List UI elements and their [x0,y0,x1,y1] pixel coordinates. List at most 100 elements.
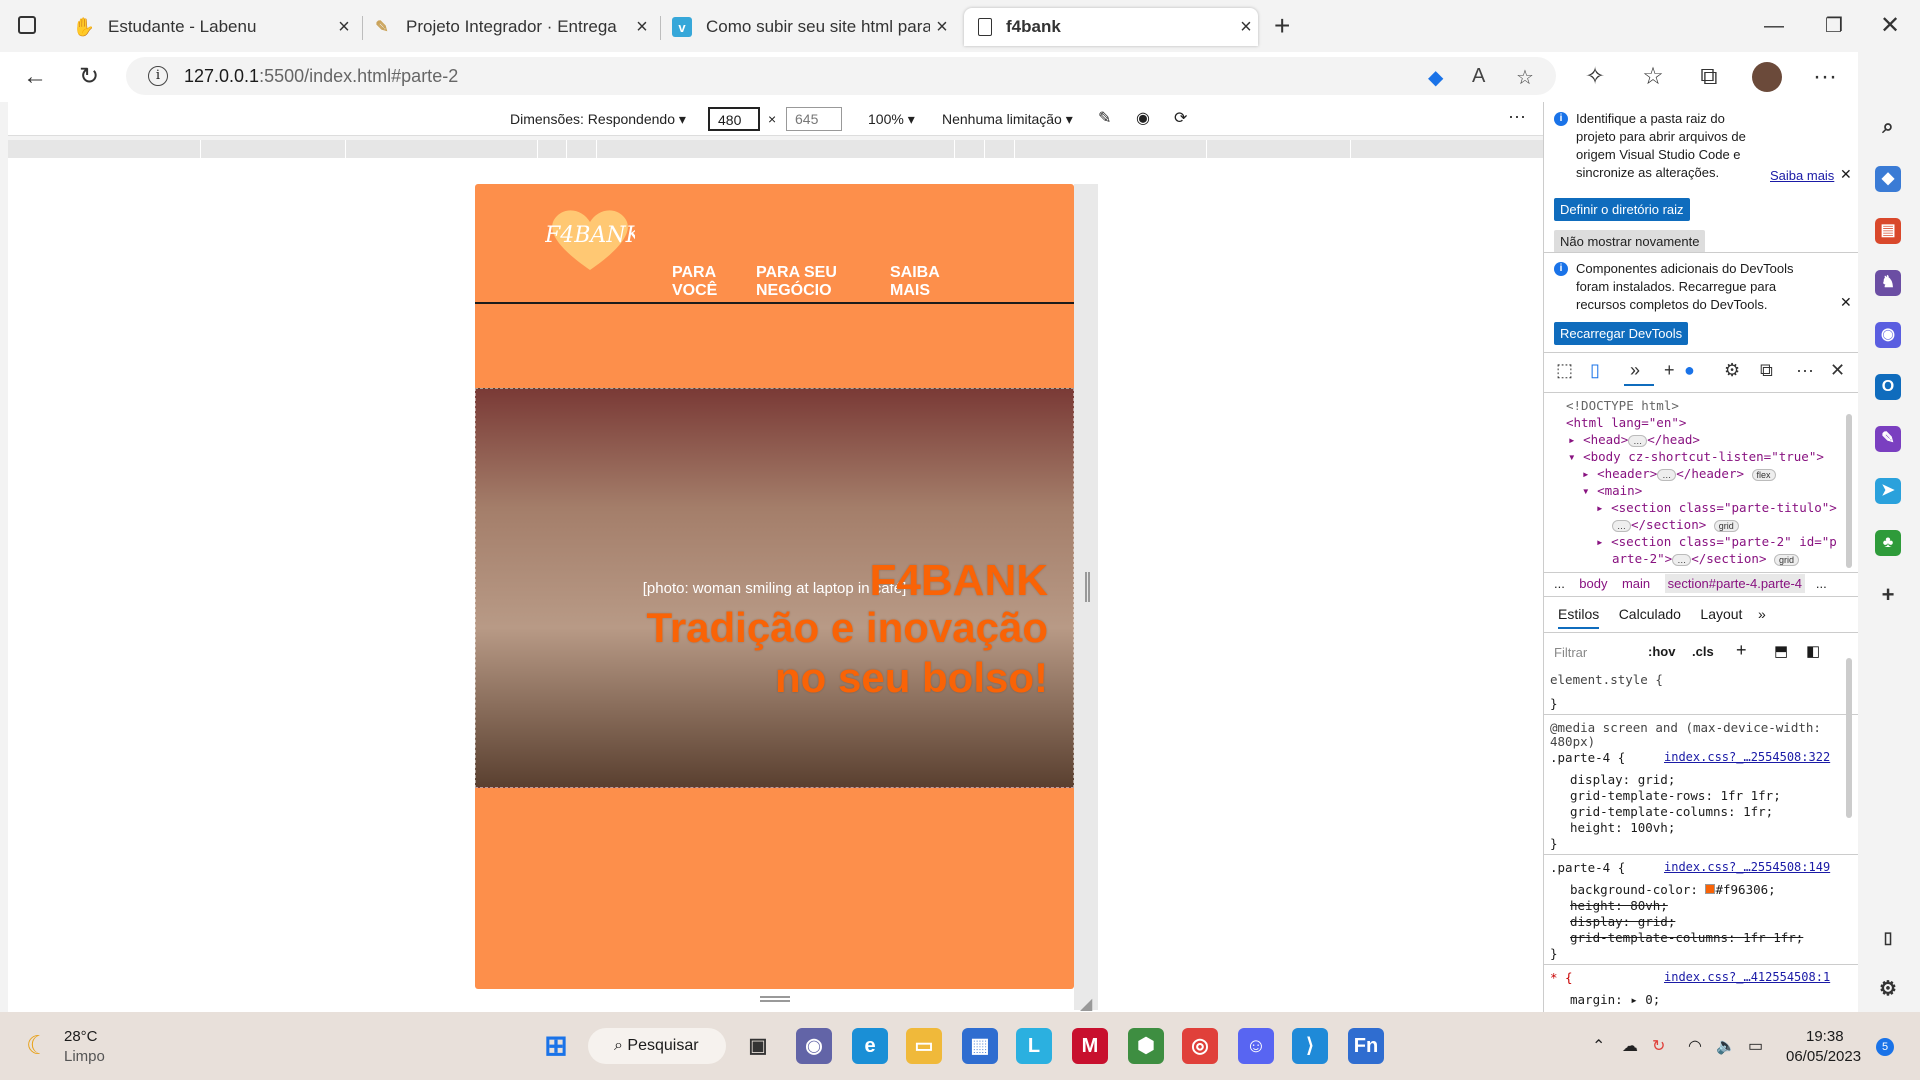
dom-header[interactable]: ▸ <header>… </header> flex [1582,466,1776,481]
shopping-tag-icon[interactable]: ◆ [1428,65,1443,90]
rule3-prop[interactable]: margin: ▸ 0; [1570,992,1660,1007]
chrome-icon[interactable]: ◎ [1182,1028,1218,1064]
wifi-icon[interactable]: ◠ [1688,1036,1702,1056]
sidebar-settings-icon[interactable]: ⚙ [1875,976,1901,1002]
cls-toggle[interactable]: .cls [1692,644,1714,659]
reload-devtools-button[interactable]: Recarregar DevTools [1554,322,1689,345]
file-explorer-icon[interactable]: ▭ [906,1028,942,1064]
f4bank-logo[interactable]: F4BANK [544,206,644,272]
hide-sidebar-icon[interactable]: ▯ [1875,926,1901,952]
rule2-prop-overridden[interactable]: display: grid; [1570,914,1675,929]
notification-badge[interactable]: 5 [1876,1038,1894,1056]
collections-icon[interactable]: ⧉ [1692,61,1726,95]
dom-section-titulo[interactable]: ▸ <section class="parte-titulo"> [1596,500,1837,515]
height-input[interactable]: 645 [786,107,842,131]
width-input[interactable]: 480 [708,107,760,131]
tab-labenu[interactable]: ✋ Estudante - Labenu × [66,8,356,46]
inspect-icon[interactable]: ⬚ [1556,360,1573,381]
dont-show-again-button[interactable]: Não mostrar novamente [1554,230,1706,253]
maximize-icon[interactable]: ❐ [1806,8,1862,44]
rule2-selector[interactable]: .parte-4 { [1550,860,1625,875]
minimize-icon[interactable]: — [1746,8,1802,44]
favorite-add-icon[interactable]: ☆ [1516,65,1534,90]
rule3-source-link[interactable]: index.css?_…412554508:1 [1664,970,1830,984]
volume-icon[interactable]: 🔈 [1716,1036,1736,1056]
favorites-icon[interactable]: ☆ [1636,61,1670,95]
mcafee-icon[interactable]: M [1072,1028,1108,1064]
rule2-prop-overridden[interactable]: height: 80vh; [1570,898,1668,913]
resize-handle-right[interactable] [1085,572,1090,602]
add-tool-icon[interactable]: + [1664,360,1675,381]
tools-icon[interactable]: ▤ [1875,218,1901,244]
dom-head[interactable]: ▸ <head>… </head> [1568,432,1700,447]
discord-icon[interactable]: ☺ [1238,1028,1274,1064]
styles-more-tabs-icon[interactable]: » [1758,606,1766,622]
zoom-dropdown[interactable]: 100% ▾ [868,111,915,128]
resize-handle-bottom[interactable] [760,996,790,1002]
dismiss-infobar-icon[interactable]: ✕ [1840,166,1852,183]
battery-icon[interactable]: ▭ [1748,1036,1763,1056]
tab-projeto-integrador[interactable]: ✎ Projeto Integrador · Entrega × [364,8,654,46]
dom-doctype[interactable]: <!DOCTYPE html> [1566,398,1679,413]
clock-date[interactable]: 06/05/2023 [1786,1048,1861,1065]
extensions-icon[interactable]: ✧ [1578,61,1612,95]
dock-icon[interactable]: ⧉ [1760,360,1773,381]
rule1-prop[interactable]: height: 100vh; [1570,820,1675,835]
refresh-icon[interactable]: ↻ [72,61,106,95]
chat-icon[interactable]: ◉ [796,1028,832,1064]
throttle-dropdown[interactable]: Nenhuma limitação ▾ [942,111,1073,128]
close-tab-icon[interactable]: × [630,16,654,39]
nav-para-seu-negocio[interactable]: PARA SEU NEGÓCIO [756,264,837,300]
start-icon[interactable]: ⊞ [538,1028,574,1064]
nav-para-voce[interactable]: PARA VOCÊ [672,264,717,300]
dismiss-infobar-icon[interactable]: ✕ [1840,294,1852,311]
dimensions-dropdown[interactable]: Dimensões: Respondendo ▾ [510,111,686,128]
site-info-icon[interactable]: i [148,66,168,86]
close-tab-icon[interactable]: × [332,16,356,39]
rule2-prop[interactable]: background-color: #f96306; [1570,882,1776,897]
color-picker-icon[interactable]: ✎ [1098,108,1111,128]
edge-icon[interactable]: e [852,1028,888,1064]
new-rule-icon[interactable]: + [1736,640,1747,661]
breadcrumb-more[interactable]: ... [1554,576,1565,591]
tab-calculado[interactable]: Calculado [1619,606,1681,622]
rotate-icon[interactable]: ⟳ [1174,108,1187,128]
read-aloud-icon[interactable]: A [1472,65,1485,88]
back-icon[interactable]: ← [18,61,52,95]
dom-scrollbar[interactable] [1846,414,1852,568]
close-tab-icon[interactable]: × [1234,16,1258,39]
fn-app-icon[interactable]: Fn [1348,1028,1384,1064]
outlook-icon[interactable]: O [1875,374,1901,400]
element-style[interactable]: element.style { [1550,672,1663,687]
devtools-more-icon[interactable]: ··· [1796,360,1814,381]
styles-scrollbar[interactable] [1846,658,1852,818]
nodejs-icon[interactable]: ⬢ [1128,1028,1164,1064]
send-icon[interactable]: ➤ [1875,478,1901,504]
device-emulation-icon[interactable]: ▯ [1590,360,1600,381]
shopping-icon[interactable]: ◆ [1875,166,1901,192]
rule1-prop[interactable]: grid-template-columns: 1fr; [1570,804,1773,819]
set-root-folder-button[interactable]: Definir o diretório raiz [1554,198,1690,221]
breadcrumb-main[interactable]: main [1622,576,1650,591]
labenu-app-icon[interactable]: L [1016,1028,1052,1064]
rule2-prop-overridden[interactable]: grid-template-columns: 1fr 1fr; [1570,930,1803,945]
weather-moon-icon[interactable]: ☾ [26,1030,49,1061]
learn-more-link[interactable]: Saiba mais [1770,168,1834,183]
rule3-selector[interactable]: * { [1550,970,1573,985]
breadcrumb-more-right[interactable]: ... [1816,576,1827,591]
dom-section-parte2[interactable]: ▸ <section class="parte-2" id="p [1596,534,1837,549]
color-swatch[interactable] [1705,884,1716,894]
issues-icon[interactable]: ● [1684,360,1695,381]
close-tab-icon[interactable]: × [930,16,954,39]
dom-main[interactable]: ▾ <main> [1582,483,1642,498]
office-icon[interactable]: ◉ [1875,322,1901,348]
media-query-ruler[interactable] [8,140,1543,158]
task-view-icon[interactable]: ▣ [740,1028,776,1064]
tray-overflow-icon[interactable]: ⌃ [1592,1036,1605,1056]
breadcrumb-section[interactable]: section#parte-4.parte-4 [1664,574,1806,593]
vision-deficiency-icon[interactable]: ◉ [1136,108,1150,128]
dom-html[interactable]: <html lang="en"> [1566,415,1686,430]
tab-estilos[interactable]: Estilos [1558,606,1600,629]
more-menu-icon[interactable]: ··· [1808,61,1842,95]
paint-icon[interactable]: ⬒ [1774,642,1788,660]
